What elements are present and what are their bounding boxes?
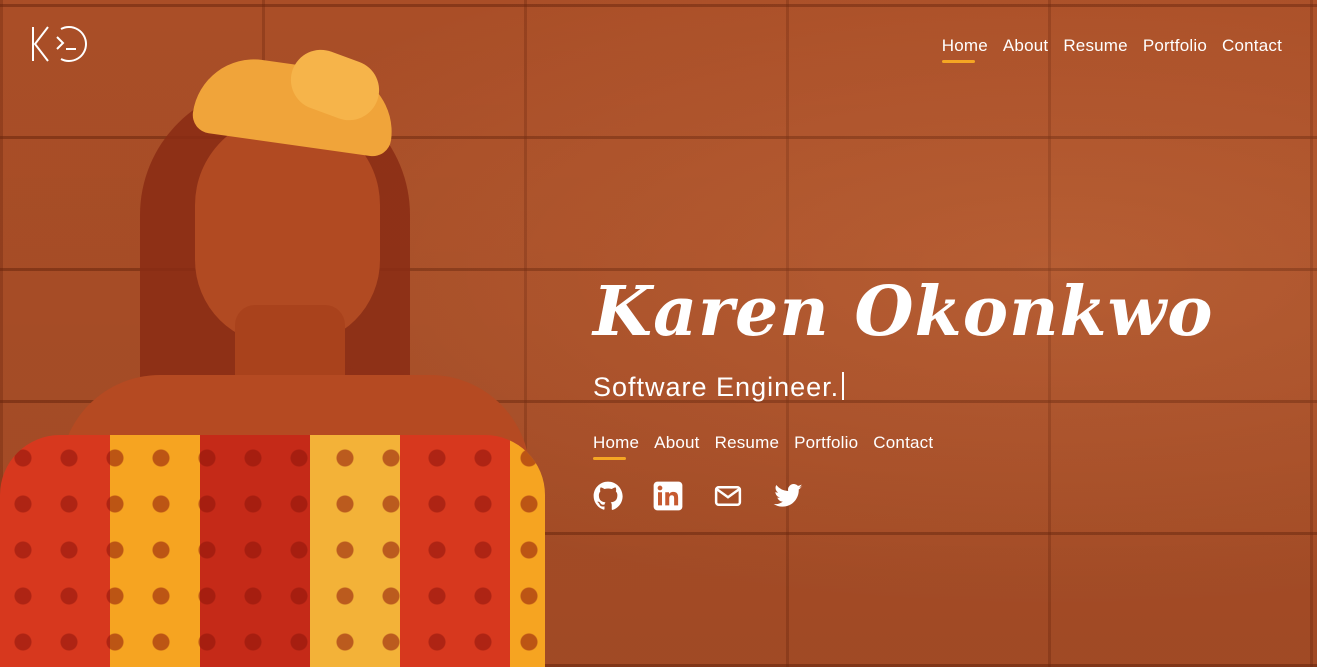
topnav-resume[interactable]: Resume — [1063, 36, 1128, 60]
topnav-portfolio[interactable]: Portfolio — [1143, 36, 1207, 60]
hero-navigation: Home About Resume Portfolio Contact — [593, 433, 1214, 460]
hero-subtitle: Software Engineer. — [593, 371, 1214, 403]
hero-section: Karen Okonkwo Software Engineer. Home Ab… — [593, 272, 1214, 511]
top-navigation: Home About Resume Portfolio Contact — [941, 36, 1282, 63]
heronav-home[interactable]: Home — [593, 433, 639, 460]
heronav-about[interactable]: About — [654, 433, 699, 457]
linkedin-icon[interactable] — [653, 481, 683, 511]
mail-icon[interactable] — [713, 481, 743, 511]
heronav-resume[interactable]: Resume — [715, 433, 780, 457]
profile-photo — [0, 41, 560, 667]
hero-name: Karen Okonkwo — [593, 272, 1214, 352]
ko-logo-icon[interactable] — [30, 24, 92, 64]
hero-subtitle-text: Software Engineer. — [593, 371, 840, 402]
social-links — [593, 481, 1214, 511]
topnav-home[interactable]: Home — [941, 36, 988, 63]
heronav-contact[interactable]: Contact — [873, 433, 933, 457]
heronav-portfolio[interactable]: Portfolio — [794, 433, 858, 457]
github-icon[interactable] — [593, 481, 623, 511]
topnav-about[interactable]: About — [1003, 36, 1048, 60]
typing-cursor — [842, 371, 845, 400]
topnav-contact[interactable]: Contact — [1222, 36, 1282, 60]
twitter-icon[interactable] — [773, 481, 803, 511]
